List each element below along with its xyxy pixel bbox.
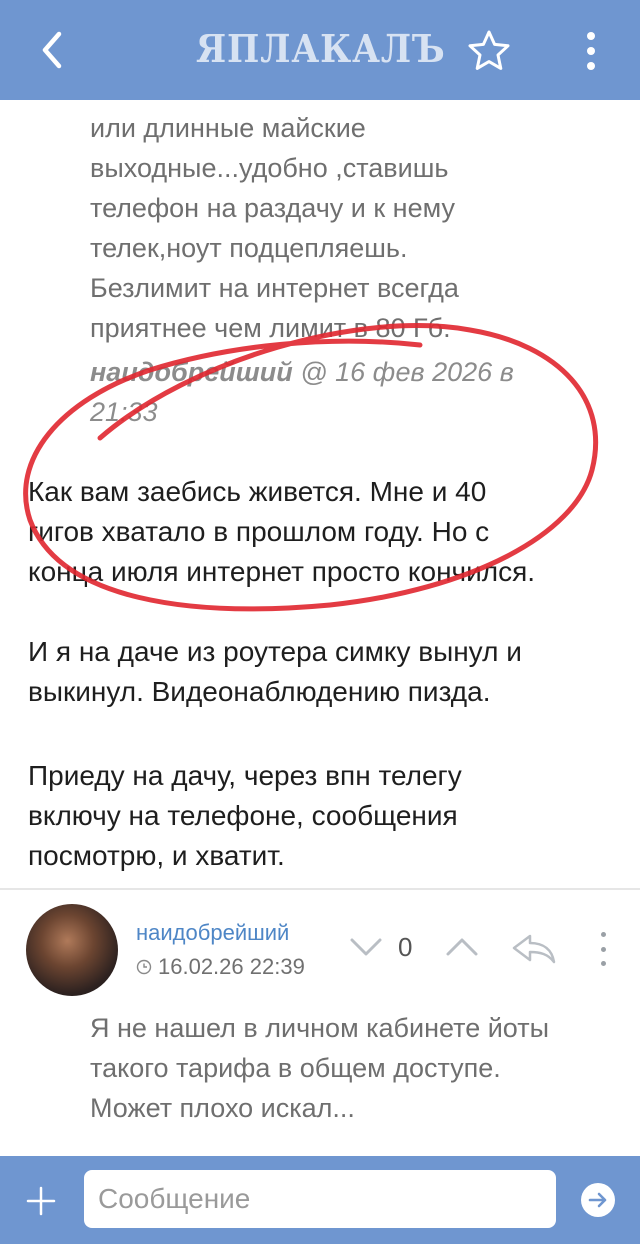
clock-icon <box>136 959 152 975</box>
chevron-left-icon <box>42 31 62 69</box>
comment-author[interactable]: наидобрейший <box>136 920 289 946</box>
more-vertical-icon <box>600 932 606 937</box>
chevron-down-icon <box>350 938 382 956</box>
chevron-up-icon <box>446 938 478 956</box>
post-paragraph: И я на даче из роутера симку вынул и вык… <box>28 636 522 707</box>
message-input[interactable] <box>84 1170 556 1228</box>
reply-icon <box>512 934 556 964</box>
post-paragraph: Как вам заебись живется. Мне и 40 гигов … <box>28 476 536 587</box>
favorite-button[interactable] <box>466 28 512 74</box>
quote-citation: наидобрейший @ 16 фев 2026 в 21:33 <box>90 357 514 427</box>
comment-score: 0 <box>398 932 413 962</box>
attach-button[interactable] <box>24 1184 58 1218</box>
comment-text: Я не нашел в личном кабинете йоты такого… <box>90 1013 549 1123</box>
back-button[interactable] <box>30 26 74 74</box>
quote-text: или длинные майские выходные...удобно ,с… <box>90 113 459 343</box>
vote-up-button[interactable] <box>444 932 480 962</box>
site-logo[interactable]: ЯПЛАКАЛЪ <box>196 26 446 71</box>
quote-author[interactable]: наидобрейший <box>90 357 293 387</box>
post-paragraph: Приеду на дачу, через впн телегу включу … <box>28 760 462 871</box>
star-icon <box>468 30 510 70</box>
send-button[interactable] <box>580 1182 616 1218</box>
top-bar: ЯПЛАКАЛЪ <box>0 0 640 100</box>
reply-button[interactable] <box>510 930 558 966</box>
composer-bar <box>0 1156 640 1244</box>
comment-timestamp: 16.02.26 22:39 <box>136 954 305 980</box>
comment-more-button[interactable] <box>596 932 610 966</box>
comment-divider <box>0 888 640 890</box>
avatar[interactable] <box>26 904 118 996</box>
vote-down-button[interactable] <box>348 932 384 962</box>
plus-icon <box>26 1186 56 1216</box>
send-arrow-icon <box>581 1183 615 1217</box>
more-vertical-icon <box>587 32 595 40</box>
more-menu-button[interactable] <box>574 26 608 76</box>
